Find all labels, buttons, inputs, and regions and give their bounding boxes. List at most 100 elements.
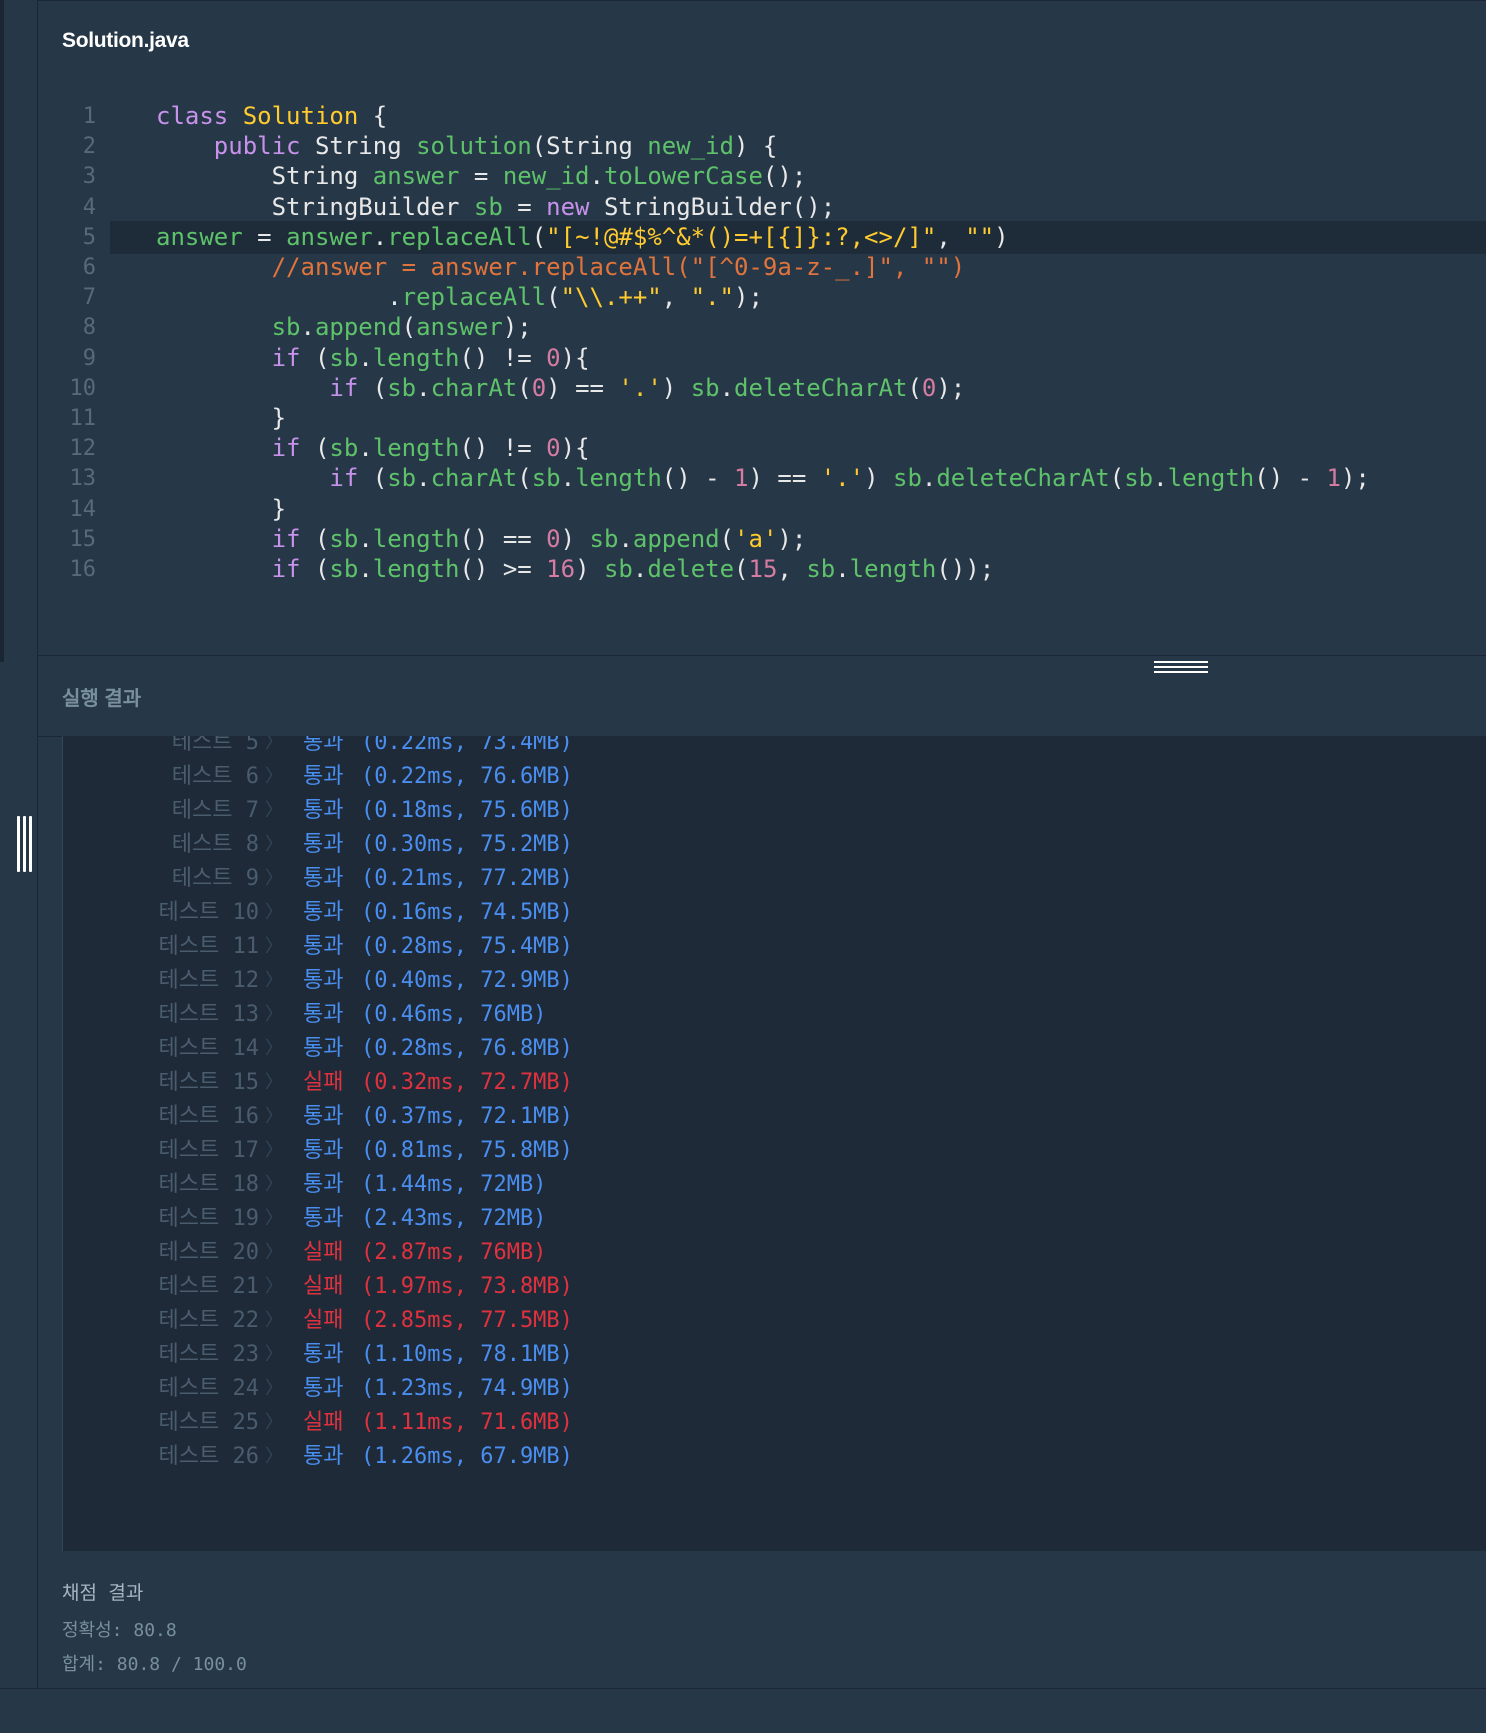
test-status: 통과 xyxy=(303,832,344,857)
test-detail: (0.40ms, 72.9MB) xyxy=(361,968,573,993)
gutter-edge xyxy=(0,0,4,662)
test-label: 테스트 22 xyxy=(158,1308,259,1333)
test-label: 테스트 19 xyxy=(158,1206,259,1231)
code-text[interactable]: answer = answer.replaceAll("[~!@#$%^&*()… xyxy=(156,221,1009,255)
test-label: 테스트 12 xyxy=(158,968,259,993)
code-text[interactable]: if (sb.charAt(sb.length() - 1) == '.') s… xyxy=(156,462,1369,496)
chevron-right-icon: 〉 xyxy=(265,834,283,855)
code-text[interactable]: sb.append(answer); xyxy=(156,311,532,345)
test-detail: (0.18ms, 75.6MB) xyxy=(361,798,573,823)
code-text[interactable]: } xyxy=(156,402,286,436)
code-line[interactable]: 16 if (sb.length() >= 16) sb.delete(15, … xyxy=(38,553,1486,587)
line-number: 9 xyxy=(82,345,96,371)
code-line[interactable]: 15 if (sb.length() == 0) sb.append('a'); xyxy=(38,523,1486,557)
code-line[interactable]: 8 sb.append(answer); xyxy=(38,311,1486,345)
line-number: 16 xyxy=(69,557,97,582)
test-detail: (0.21ms, 77.2MB) xyxy=(361,866,573,891)
horizontal-grip-icon[interactable] xyxy=(1154,661,1208,674)
test-label: 테스트 16 xyxy=(158,1104,259,1129)
code-text[interactable]: if (sb.length() >= 16) sb.delete(15, sb.… xyxy=(156,553,995,587)
file-tab[interactable]: Solution.java xyxy=(62,29,189,53)
chevron-right-icon: 〉 xyxy=(265,868,283,889)
code-line[interactable]: 11 } xyxy=(38,402,1486,436)
grading-title: 채점 결과 xyxy=(62,1582,144,1604)
code-text[interactable]: if (sb.charAt(0) == '.') sb.deleteCharAt… xyxy=(156,372,965,406)
code-text[interactable]: //answer = answer.replaceAll("[^0-9a-z-_… xyxy=(156,251,966,285)
code-line[interactable]: 9 if (sb.length() != 0){ xyxy=(38,342,1486,376)
test-label: 테스트 21 xyxy=(158,1274,259,1299)
test-detail: (1.10ms, 78.1MB) xyxy=(361,1342,573,1367)
chevron-right-icon: 〉 xyxy=(265,1344,283,1365)
result-list[interactable]: 테스트 5 〉 통과 (0.22ms, 73.4MB) 테스트 6 〉 통과 (0.22ms,… xyxy=(62,736,1486,1551)
line-number: 6 xyxy=(82,255,96,280)
line-number: 13 xyxy=(69,466,97,492)
test-detail: (2.43ms, 72MB) xyxy=(361,1206,547,1231)
code-line[interactable]: 1 class Solution { xyxy=(38,100,1486,134)
grading-accuracy: 정확성: 80.8 xyxy=(62,1620,177,1641)
chevron-right-icon: 〉 xyxy=(265,1174,283,1195)
test-detail: (0.81ms, 75.8MB) xyxy=(361,1138,573,1163)
file-header: Solution.java xyxy=(38,0,1486,84)
result-title: 실행 결과 xyxy=(62,688,142,710)
grading-total: 합계: 80.8 / 100.0 xyxy=(62,1654,247,1675)
test-status: 통과 xyxy=(303,1376,344,1401)
chevron-right-icon: 〉 xyxy=(265,800,283,821)
code-text[interactable]: .replaceAll("\\.++", "."); xyxy=(156,281,763,315)
code-line[interactable]: 2 public String solution(String new_id) … xyxy=(38,130,1486,164)
test-label: 테스트 11 xyxy=(158,934,259,959)
code-line[interactable]: 6 //answer = answer.replaceAll("[^0-9a-z… xyxy=(38,251,1486,285)
line-number: 4 xyxy=(82,194,96,220)
code-text[interactable]: if (sb.length() != 0){ xyxy=(156,342,590,376)
code-line[interactable]: 14 } xyxy=(38,493,1486,527)
code-text[interactable]: String answer = new_id.toLowerCase(); xyxy=(156,160,807,194)
line-number: 3 xyxy=(82,164,96,190)
test-label: 테스트 10 xyxy=(158,900,259,925)
test-status: 통과 xyxy=(303,1138,344,1163)
test-detail: (0.16ms, 74.5MB) xyxy=(361,900,573,925)
test-detail: (1.26ms, 67.9MB) xyxy=(361,1444,573,1469)
test-detail: (0.30ms, 75.2MB) xyxy=(361,832,573,857)
test-status: 통과 xyxy=(303,968,344,993)
code-text[interactable]: if (sb.length() != 0){ xyxy=(156,432,590,466)
code-line[interactable]: 12 if (sb.length() != 0){ xyxy=(38,432,1486,466)
line-number: 2 xyxy=(82,134,96,160)
code-text[interactable]: } xyxy=(156,493,286,527)
test-label: 테스트 18 xyxy=(158,1172,259,1197)
test-label: 테스트 20 xyxy=(158,1240,259,1265)
line-number: 15 xyxy=(69,526,97,552)
footer-bar xyxy=(0,1688,1486,1733)
chevron-right-icon: 〉 xyxy=(265,1378,283,1399)
code-editor[interactable]: 1 class Solution {2 public String solutio… xyxy=(38,83,1486,655)
code-line[interactable]: 5 answer = answer.replaceAll("[~!@#$%^&*(… xyxy=(83,220,1486,255)
code-line[interactable]: 13 if (sb.charAt(sb.length() - 1) == '.'… xyxy=(38,462,1486,496)
code-line[interactable]: 7 .replaceAll("\\.++", "."); xyxy=(38,281,1486,315)
test-status: 통과 xyxy=(303,866,344,891)
test-status: 실패 xyxy=(303,1410,344,1435)
chevron-right-icon: 〉 xyxy=(265,1446,283,1467)
test-label: 테스트 17 xyxy=(158,1138,259,1163)
code-line[interactable]: 3 String answer = new_id.toLowerCase(); xyxy=(38,160,1486,194)
test-status: 실패 xyxy=(303,1240,344,1265)
chevron-right-icon: 〉 xyxy=(265,1106,283,1127)
test-detail: (1.11ms, 71.6MB) xyxy=(361,1410,573,1435)
test-detail: (2.87ms, 76MB) xyxy=(361,1240,547,1265)
code-text[interactable]: public String solution(String new_id) { xyxy=(156,130,778,164)
code-text[interactable]: class Solution { xyxy=(156,100,387,134)
code-text[interactable]: if (sb.length() == 0) sb.append('a'); xyxy=(156,523,807,557)
vertical-grip-icon[interactable] xyxy=(16,816,32,872)
test-status: 실패 xyxy=(303,1308,344,1333)
chevron-right-icon: 〉 xyxy=(265,902,283,923)
test-detail: (2.85ms, 77.5MB) xyxy=(361,1308,573,1333)
test-status: 통과 xyxy=(303,1342,344,1367)
code-line[interactable]: 10 if (sb.charAt(0) == '.') sb.deleteCha… xyxy=(38,372,1486,406)
chevron-right-icon: 〉 xyxy=(265,1072,283,1093)
line-number: 7 xyxy=(82,285,96,311)
code-text[interactable]: StringBuilder sb = new StringBuilder(); xyxy=(156,191,836,225)
code-line[interactable]: 4 StringBuilder sb = new StringBuilder()… xyxy=(38,191,1486,225)
test-label: 테스트 9 xyxy=(171,866,259,891)
test-status: 통과 xyxy=(303,900,344,925)
test-status: 통과 xyxy=(303,1002,344,1027)
line-number: 8 xyxy=(82,315,96,341)
test-detail: (0.37ms, 72.1MB) xyxy=(361,1104,573,1129)
line-number: 11 xyxy=(69,406,97,431)
